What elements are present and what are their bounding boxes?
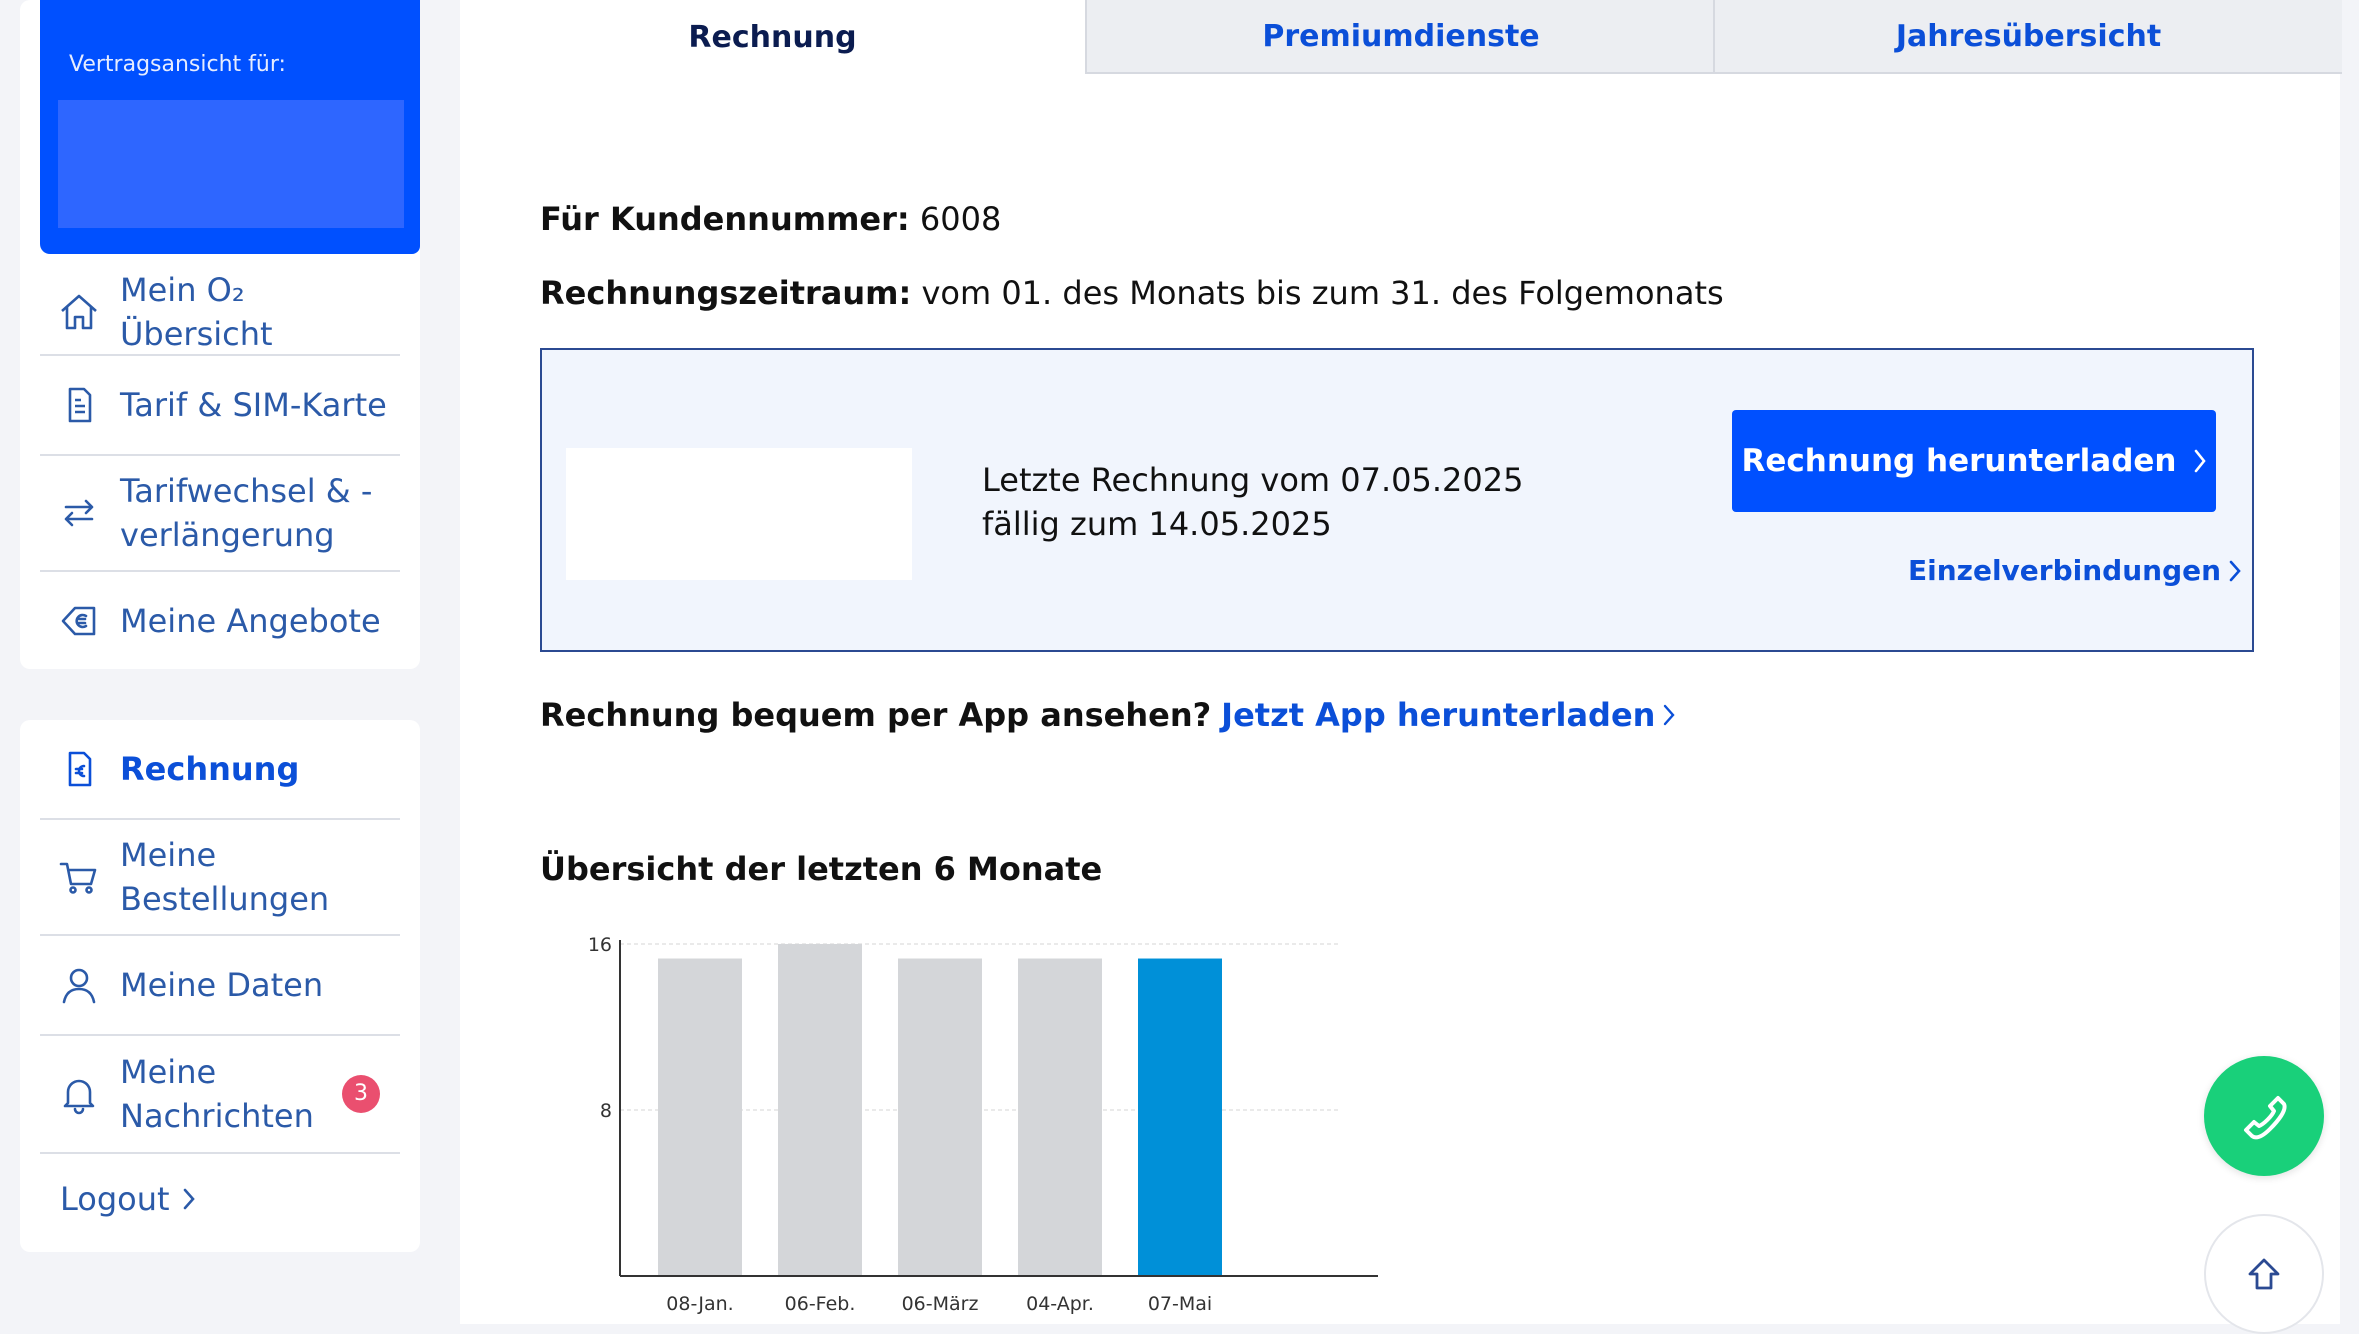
sidebar-item-daten[interactable]: Meine Daten (40, 936, 400, 1036)
billing-period-value: vom 01. des Monats bis zum 31. des Folge… (921, 274, 1724, 312)
chevron-right-icon (1664, 704, 1676, 726)
logout-label: Logout (60, 1180, 170, 1218)
sidebar-item-label: Mein O₂ Übersicht (120, 271, 273, 353)
chevron-right-icon (2229, 560, 2241, 581)
x-tick-label: 08-Jan. (666, 1293, 733, 1315)
tab-rechnung[interactable]: Rechnung (460, 0, 1085, 74)
bill-info: Letzte Rechnung vom 07.05.2025 fällig zu… (982, 458, 1523, 546)
tab-bar: Rechnung Premiumdienste Jahresübersicht (460, 0, 2342, 74)
euro-tag-icon (58, 600, 100, 642)
call-button[interactable] (2204, 1056, 2324, 1176)
bill-due-date: fällig zum 14.05.2025 (982, 505, 1332, 543)
bell-icon (58, 1073, 100, 1115)
phone-icon (2244, 1096, 2287, 1140)
logout-link[interactable]: Logout (60, 1180, 196, 1218)
document-icon (58, 384, 100, 426)
x-tick-label: 04-Apr. (1026, 1293, 1094, 1315)
bar-04-Apr.[interactable] (1018, 958, 1102, 1276)
x-tick-label: 07-Mai (1148, 1293, 1212, 1315)
latest-bill-box: Letzte Rechnung vom 07.05.2025 fällig zu… (540, 348, 2254, 652)
sidebar-item-label: Meine Bestellungen (120, 836, 330, 918)
swap-arrows-icon (58, 492, 100, 534)
sidebar-item-tarifwechsel[interactable]: Tarifwechsel & -verlängerung (40, 456, 400, 572)
bill-date: Letzte Rechnung vom 07.05.2025 (982, 461, 1524, 499)
scroll-to-top-button[interactable] (2204, 1214, 2324, 1334)
sidebar-item-label: Rechnung (120, 750, 300, 788)
contract-label: Vertragsansicht für: (69, 52, 286, 77)
download-bill-label: Rechnung herunterladen (1741, 443, 2177, 479)
customer-number-label: Für Kundennummer: (540, 200, 910, 238)
sidebar-item-rechnung[interactable]: Rechnung (40, 720, 400, 820)
app-promo: Rechnung bequem per App ansehen? Jetzt A… (540, 696, 1676, 734)
billing-period: Rechnungszeitraum: vom 01. des Monats bi… (540, 274, 1724, 312)
sidebar-item-bestellungen[interactable]: Meine Bestellungen (40, 820, 400, 936)
download-bill-button[interactable]: Rechnung herunterladen (1732, 410, 2216, 512)
contract-selector[interactable]: Vertragsansicht für: (40, 0, 420, 254)
app-download-label: Jetzt App herunterladen (1221, 696, 1656, 734)
chevron-right-icon (2194, 449, 2206, 473)
itemized-calls-label: Einzelverbindungen (1908, 554, 2222, 587)
sidebar-item-label: Meine Angebote (120, 602, 381, 640)
notification-badge: 3 (342, 1075, 380, 1113)
bill-amount-placeholder (566, 448, 912, 580)
y-tick-label: 8 (600, 1100, 612, 1122)
bar-07-Mai[interactable] (1138, 958, 1222, 1276)
bar-06-Feb.[interactable] (778, 944, 862, 1276)
main-content: Rechnung Premiumdienste Jahresübersicht … (460, 0, 2342, 1324)
arrow-up-icon (2248, 1258, 2280, 1290)
app-promo-question: Rechnung bequem per App ansehen? (540, 696, 1212, 734)
sidebar-item-label: Tarif & SIM-Karte (120, 386, 387, 424)
user-icon (58, 964, 100, 1006)
x-tick-label: 06-Feb. (785, 1293, 856, 1315)
customer-number: Für Kundennummer: 6008 (540, 200, 1001, 238)
sidebar-item-angebote[interactable]: Meine Angebote (40, 572, 400, 670)
sidebar-item-nachrichten[interactable]: Meine Nachrichten 3 (40, 1036, 400, 1154)
invoice-euro-icon (58, 748, 100, 790)
sidebar-item-label: Meine Nachrichten (120, 1053, 314, 1135)
tab-premiumdienste[interactable]: Premiumdienste (1085, 0, 1715, 74)
sidebar-item-tarif[interactable]: Tarif & SIM-Karte (40, 356, 400, 456)
app-download-link[interactable]: Jetzt App herunterladen (1221, 696, 1676, 734)
chart-title: Übersicht der letzten 6 Monate (540, 850, 1103, 888)
home-icon (58, 291, 100, 333)
contract-value-box[interactable] (58, 100, 404, 228)
bill-history-chart: 8 16 08-Jan. 06-Feb. 06-März 04-Apr. 07-Mai (588, 934, 1378, 1315)
bar-06-März[interactable] (898, 958, 982, 1276)
x-tick-label: 06-März (902, 1293, 979, 1315)
tab-jahresuebersicht[interactable]: Jahresübersicht (1713, 0, 2342, 74)
customer-number-value: 6008 (919, 200, 1002, 238)
sidebar-item-overview[interactable]: Mein O₂ Übersicht (40, 270, 400, 356)
sidebar-item-label: Tarifwechsel & -verlängerung (120, 472, 373, 554)
bar-08-Jan.[interactable] (658, 958, 742, 1276)
billing-period-label: Rechnungszeitraum: (540, 274, 912, 312)
itemized-calls-link[interactable]: Einzelverbindungen (1908, 554, 2241, 587)
cart-icon (58, 856, 100, 898)
y-tick-label: 16 (588, 934, 612, 956)
chevron-right-icon (183, 1188, 195, 1210)
sidebar-item-label: Meine Daten (120, 966, 324, 1004)
